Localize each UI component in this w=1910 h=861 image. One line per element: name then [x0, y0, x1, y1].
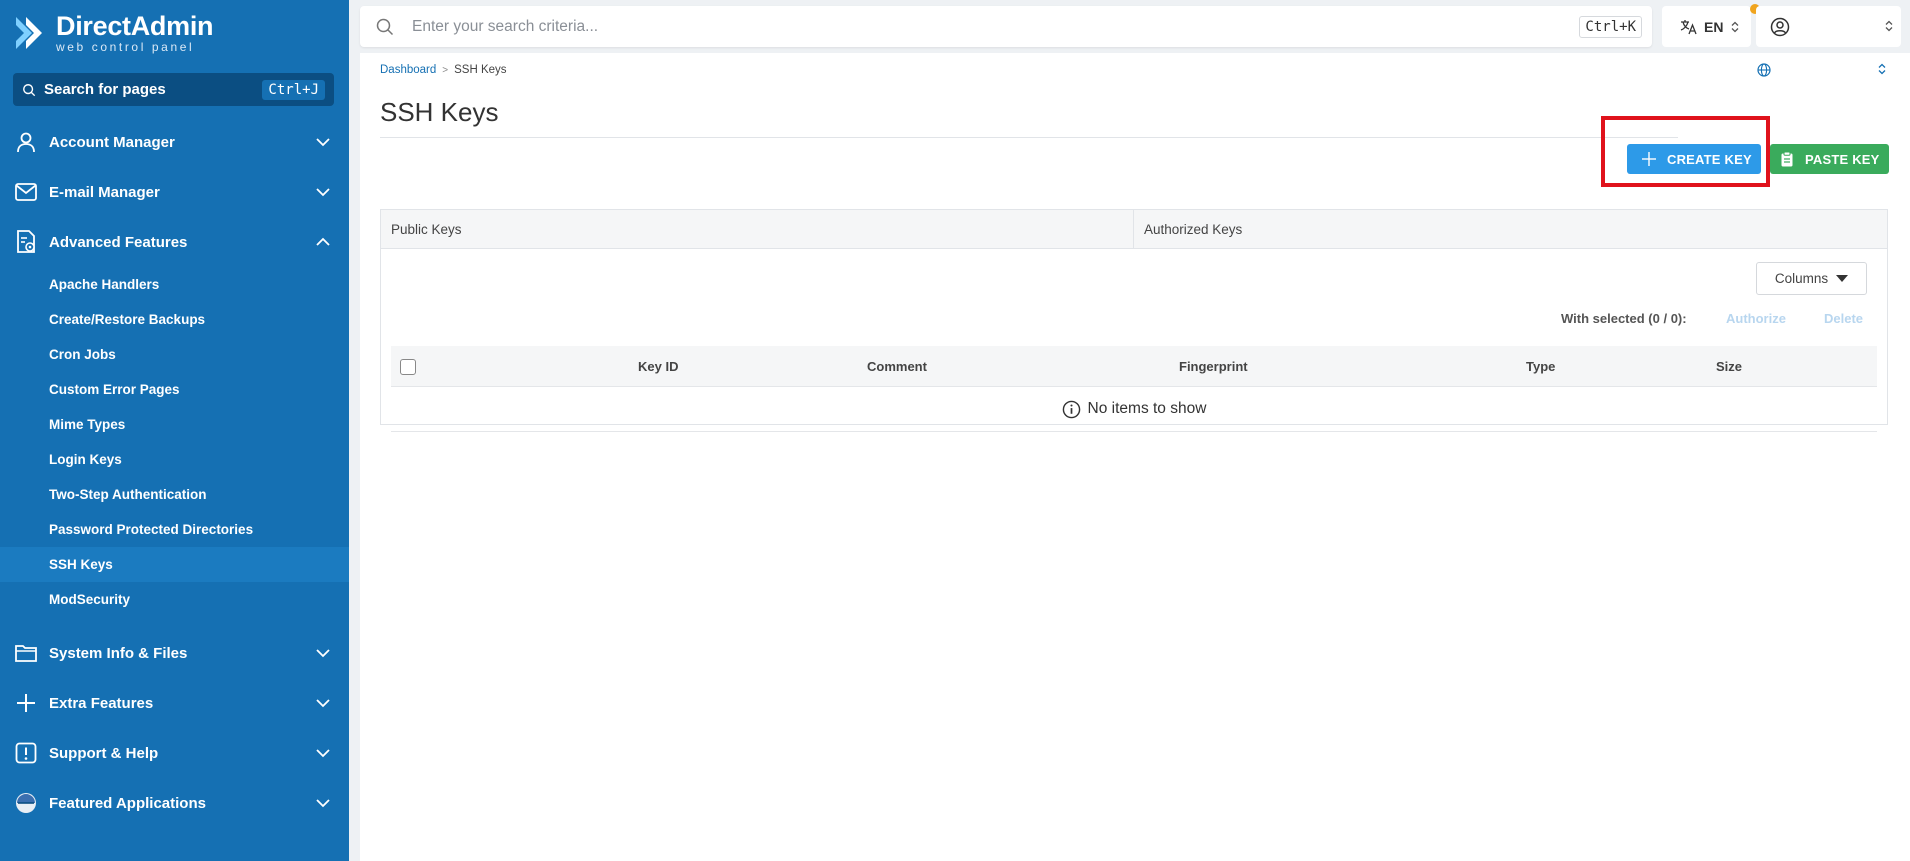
delete-button[interactable]: Delete	[1824, 311, 1863, 326]
sidebar-section-label: Advanced Features	[49, 233, 188, 251]
language-selector[interactable]: EN	[1662, 6, 1751, 47]
columns-button[interactable]: Columns	[1756, 262, 1867, 295]
search-icon	[376, 18, 394, 35]
search-icon	[23, 83, 36, 96]
column-header-type[interactable]: Type	[1526, 346, 1555, 387]
user-icon	[13, 129, 39, 155]
search-pages-shortcut: Ctrl+J	[262, 79, 325, 100]
user-menu[interactable]	[1756, 6, 1901, 47]
paste-key-button[interactable]: PASTE KEY	[1770, 144, 1889, 174]
translate-icon	[1680, 19, 1697, 34]
language-label: EN	[1704, 18, 1724, 35]
sidebar-section-advanced-features[interactable]: Advanced Features	[0, 217, 349, 267]
global-search-input[interactable]	[412, 17, 1580, 36]
title-divider	[380, 137, 1678, 138]
sidebar-section-label: Featured Applications	[49, 794, 206, 812]
select-arrows-icon	[1731, 21, 1739, 32]
mail-icon	[13, 179, 39, 205]
sidebar-section-account-manager[interactable]: Account Manager	[0, 117, 349, 167]
table-header: Key ID Comment Fingerprint Type Size	[391, 346, 1877, 387]
sidebar-section-email-manager[interactable]: E-mail Manager	[0, 167, 349, 217]
keys-panel: Public Keys Authorized Keys Columns With…	[380, 209, 1888, 432]
sidebar-item-mime-types[interactable]: Mime Types	[0, 407, 349, 442]
sidebar-section-support-help[interactable]: Support & Help	[0, 728, 349, 778]
authorize-button[interactable]: Authorize	[1726, 311, 1786, 326]
sidebar-section-extra-features[interactable]: Extra Features	[0, 678, 349, 728]
chevron-down-icon	[316, 649, 330, 658]
caret-down-icon	[1836, 275, 1849, 282]
sidebar-section-label: Support & Help	[49, 744, 159, 762]
info-icon	[1062, 400, 1080, 418]
keys-tabs: Public Keys Authorized Keys	[381, 210, 1887, 249]
brand-name: DirectAdmin	[56, 11, 214, 41]
sidebar-item-apache-handlers[interactable]: Apache Handlers	[0, 267, 349, 302]
select-arrows-icon	[1878, 63, 1886, 75]
sidebar-item-login-keys[interactable]: Login Keys	[0, 442, 349, 477]
columns-label: Columns	[1774, 271, 1829, 286]
column-header-size[interactable]: Size	[1716, 346, 1742, 387]
sidebar-item-create-restore-backups[interactable]: Create/Restore Backups	[0, 302, 349, 337]
sidebar-section-label: Account Manager	[49, 133, 175, 151]
plus-icon	[1642, 152, 1656, 166]
sidebar-section-label: System Info & Files	[49, 644, 188, 662]
globe-icon	[1757, 63, 1771, 77]
with-selected-label: With selected (0 / 0):	[1561, 311, 1687, 326]
paste-key-label: PASTE KEY	[1805, 151, 1880, 167]
create-key-label: CREATE KEY	[1667, 151, 1752, 167]
sidebar-item-modsecurity[interactable]: ModSecurity	[0, 582, 349, 617]
tab-public-keys[interactable]: Public Keys	[381, 210, 1134, 248]
chevron-up-icon	[316, 237, 330, 246]
column-header-fingerprint[interactable]: Fingerprint	[1179, 346, 1248, 387]
search-pages-button[interactable]: Search for pages Ctrl+J	[13, 73, 334, 106]
sidebar-section-featured-applications[interactable]: Featured Applications	[0, 778, 349, 828]
featured-apps-icon	[13, 790, 39, 816]
breadcrumb-current: SSH Keys	[454, 64, 507, 76]
clipboard-icon	[1781, 151, 1793, 167]
column-header-key-id[interactable]: Key ID	[638, 346, 678, 387]
sidebar-item-password-protected-directories[interactable]: Password Protected Directories	[0, 512, 349, 547]
folder-icon	[13, 640, 39, 666]
sidebar-item-custom-error-pages[interactable]: Custom Error Pages	[0, 372, 349, 407]
directadmin-logo[interactable]: DirectAdmin web control panel	[12, 10, 214, 56]
sidebar-section-system-info-files[interactable]: System Info & Files	[0, 628, 349, 678]
plus-icon	[13, 690, 39, 716]
chevron-down-icon	[316, 188, 330, 197]
breadcrumb: Dashboard > SSH Keys	[380, 64, 507, 76]
global-search-bar: Ctrl+K	[360, 6, 1652, 47]
user-circle-icon	[1770, 17, 1790, 36]
create-key-button[interactable]: CREATE KEY	[1627, 144, 1761, 174]
breadcrumb-dashboard-link[interactable]: Dashboard	[380, 64, 436, 76]
chevron-down-icon	[316, 749, 330, 758]
page-title: SSH Keys	[380, 97, 499, 127]
sidebar-item-two-step-authentication[interactable]: Two-Step Authentication	[0, 477, 349, 512]
directadmin-logo-icon	[16, 17, 42, 49]
sidebar-section-label: Extra Features	[49, 694, 154, 712]
global-search-shortcut: Ctrl+K	[1579, 15, 1642, 38]
advanced-features-icon	[13, 229, 39, 255]
chevron-down-icon	[316, 138, 330, 147]
select-arrows-icon	[1885, 20, 1893, 32]
support-icon	[13, 740, 39, 766]
search-pages-label: Search for pages	[44, 81, 166, 98]
chevron-down-icon	[316, 799, 330, 808]
sidebar: DirectAdmin web control panel Search for…	[0, 0, 349, 861]
sidebar-item-cron-jobs[interactable]: Cron Jobs	[0, 337, 349, 372]
chevron-down-icon	[316, 699, 330, 708]
brand-tagline: web control panel	[56, 40, 195, 54]
empty-message: No items to show	[1087, 400, 1207, 417]
empty-table-row: No items to show	[391, 387, 1877, 432]
sidebar-item-ssh-keys[interactable]: SSH Keys	[0, 547, 349, 582]
sidebar-section-label: E-mail Manager	[49, 183, 160, 201]
tab-authorized-keys[interactable]: Authorized Keys	[1134, 210, 1887, 248]
column-header-comment[interactable]: Comment	[867, 346, 927, 387]
page-language-selector[interactable]	[1757, 63, 1771, 77]
breadcrumb-separator-icon: >	[442, 64, 449, 76]
select-all-checkbox[interactable]	[400, 359, 416, 375]
